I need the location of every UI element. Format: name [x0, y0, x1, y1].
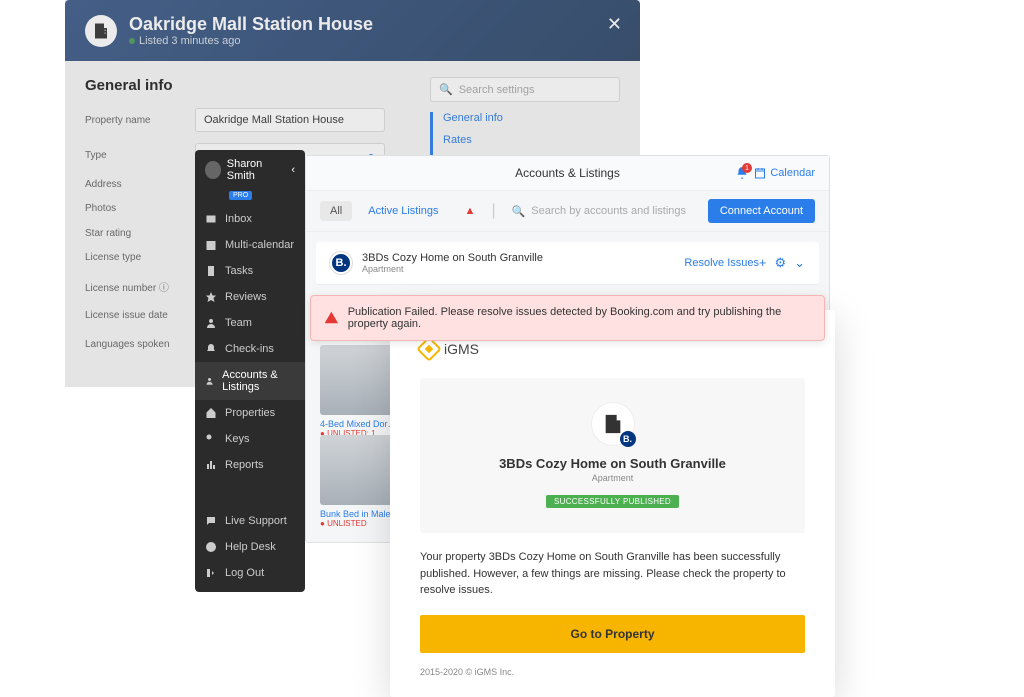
calendar-link[interactable]: Calendar: [754, 167, 815, 179]
gear-icon[interactable]: ⚙: [774, 255, 786, 271]
sidebar-item-reports[interactable]: Reports: [195, 452, 305, 478]
listing-name: 3BDs Cozy Home on South Granville: [362, 252, 543, 264]
email-footer: 2015-2020 © iGMS Inc.: [420, 667, 805, 677]
field-label: Photos: [85, 203, 195, 214]
search-icon: 🔍: [512, 205, 526, 218]
filter-all[interactable]: All: [320, 201, 352, 221]
igms-brand: iGMS: [420, 340, 805, 358]
email-property-name: 3BDs Cozy Home on South Granville: [444, 456, 781, 471]
inbox-icon: [205, 213, 217, 225]
sidebar: Sharon Smith‹ PRO Inbox Multi-calendar T…: [195, 150, 305, 592]
modal-title: Oakridge Mall Station House: [129, 14, 373, 35]
modal-header: Oakridge Mall Station House Listed 3 min…: [65, 0, 640, 61]
field-label: Property name: [85, 115, 195, 126]
notifications-button[interactable]: 1: [735, 166, 749, 180]
help-icon: [205, 541, 217, 553]
nav-rates[interactable]: Rates: [430, 134, 620, 146]
bell-icon: [205, 343, 217, 355]
alert-text: Publication Failed. Please resolve issue…: [348, 306, 810, 330]
listing-type: Apartment: [362, 264, 543, 274]
property-card: B. 3BDs Cozy Home on South Granville Apa…: [420, 378, 805, 533]
field-label: Address: [85, 179, 195, 190]
listings-search-input[interactable]: 🔍Search by accounts and listings: [502, 205, 702, 218]
resolve-issues-link[interactable]: Resolve Issues: [684, 257, 759, 269]
notification-badge: 1: [742, 163, 752, 173]
email-body: Your property 3BDs Cozy Home on South Gr…: [420, 549, 805, 599]
add-icon[interactable]: +: [759, 255, 767, 271]
calendar-icon: [205, 239, 217, 251]
status-dot-icon: [129, 38, 135, 44]
calendar-icon: [754, 167, 766, 179]
avatar: [205, 161, 221, 179]
search-icon: 🔍: [439, 83, 453, 96]
listings-header: Accounts & Listings 1 Calendar: [306, 156, 829, 191]
sidebar-item-reviews[interactable]: Reviews: [195, 284, 305, 310]
chart-icon: [205, 459, 217, 471]
building-icon: [85, 15, 117, 47]
search-settings-input[interactable]: 🔍Search settings: [430, 77, 620, 102]
property-name-input[interactable]: Oakridge Mall Station House: [195, 108, 385, 132]
sidebar-item-checkins[interactable]: Check-ins: [195, 336, 305, 362]
chevron-left-icon[interactable]: ‹: [291, 164, 295, 176]
chevron-down-icon[interactable]: ⌄: [794, 255, 805, 271]
listing-thumb[interactable]: Bunk Bed in Male Do…● UNLISTED: [320, 435, 400, 528]
field-label: Type: [85, 150, 195, 161]
sidebar-item-support[interactable]: Live Support: [195, 508, 305, 534]
sidebar-item-accounts[interactable]: Accounts & Listings: [195, 362, 305, 400]
connect-account-button[interactable]: Connect Account: [708, 199, 815, 223]
status-badge: SUCCESSFULLY PUBLISHED: [546, 495, 679, 508]
sidebar-item-tasks[interactable]: Tasks: [195, 258, 305, 284]
key-icon: [205, 433, 217, 445]
booking-icon: B.: [330, 252, 352, 274]
clipboard-icon: [205, 265, 217, 277]
field-label: Star rating: [85, 228, 195, 239]
field-label: License issue date: [85, 310, 195, 321]
star-icon: [205, 291, 217, 303]
thumb-image: [320, 435, 400, 505]
chat-icon: [205, 515, 217, 527]
sidebar-item-multicalendar[interactable]: Multi-calendar: [195, 232, 305, 258]
sidebar-item-inbox[interactable]: Inbox: [195, 206, 305, 232]
listing-row[interactable]: B. 3BDs Cozy Home on South Granville Apa…: [316, 242, 819, 285]
field-label: License type: [85, 252, 195, 263]
field-label: Languages spoken: [85, 339, 195, 350]
filter-warning-icon[interactable]: ▲: [455, 201, 486, 221]
filter-active[interactable]: Active Listings: [358, 201, 448, 221]
sidebar-item-team[interactable]: Team: [195, 310, 305, 336]
warning-icon: [325, 311, 338, 325]
sidebar-item-keys[interactable]: Keys: [195, 426, 305, 452]
sidebar-item-logout[interactable]: Log Out: [195, 560, 305, 586]
building-icon: [602, 413, 624, 435]
sidebar-item-properties[interactable]: Properties: [195, 400, 305, 426]
field-label: License number ⓘ: [85, 279, 195, 294]
sidebar-item-help[interactable]: Help Desk: [195, 534, 305, 560]
email-panel: iGMS B. 3BDs Cozy Home on South Granvill…: [390, 310, 835, 697]
error-alert: Publication Failed. Please resolve issue…: [310, 295, 825, 341]
logout-icon: [205, 567, 217, 579]
listings-filter-bar: All Active Listings ▲ | 🔍Search by accou…: [306, 191, 829, 232]
nav-general[interactable]: General info: [443, 112, 620, 124]
team-icon: [205, 317, 217, 329]
pro-badge: PRO: [229, 191, 252, 200]
property-avatar: B.: [591, 402, 635, 446]
email-property-type: Apartment: [444, 473, 781, 483]
sidebar-user[interactable]: Sharon Smith‹: [195, 150, 305, 188]
go-to-property-button[interactable]: Go to Property: [420, 615, 805, 653]
booking-icon: B.: [620, 431, 636, 447]
page-title: Accounts & Listings: [515, 166, 620, 180]
modal-subtitle: Listed 3 minutes ago: [129, 35, 373, 47]
close-icon[interactable]: ✕: [607, 14, 622, 35]
thumb-image: [320, 345, 400, 415]
home-icon: [205, 407, 217, 419]
section-title: General info: [85, 77, 400, 94]
user-icon: [205, 375, 214, 387]
